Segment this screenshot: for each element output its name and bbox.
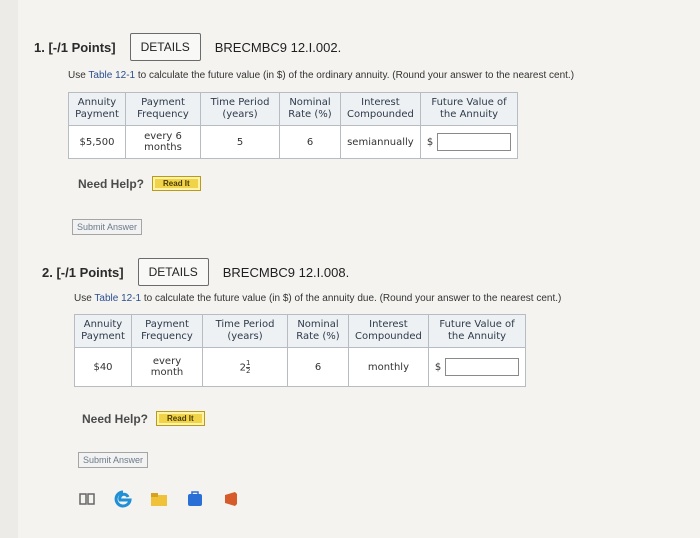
read-it-button[interactable]: Read It: [156, 411, 205, 426]
header-annuity-payment: Annuity Payment: [74, 314, 132, 348]
instruction-text: Use: [74, 293, 95, 304]
taskbar: [78, 490, 240, 508]
question-1-header: 1. [-/1 Points] DETAILS BRECMBC9 12.I.00…: [34, 33, 341, 61]
header-nominal-rate: Nominal Rate (%): [287, 314, 349, 348]
question-2-submit-button[interactable]: Submit Answer: [78, 452, 149, 468]
currency-symbol: $: [434, 362, 442, 373]
future-value-input[interactable]: [437, 133, 512, 151]
cell-compounded: monthly: [348, 347, 429, 387]
assignment-page: 1. [-/1 Points] DETAILS BRECMBC9 12.I.00…: [18, 0, 700, 538]
question-1-number: 1. [-/1 Points]: [34, 39, 116, 55]
question-2-table: Annuity Payment Payment Frequency Time P…: [74, 314, 527, 387]
store-icon[interactable]: [186, 490, 204, 508]
table-header-row: Annuity Payment Payment Frequency Time P…: [74, 314, 527, 348]
question-1-submit-button[interactable]: Submit Answer: [72, 219, 143, 235]
cell-compounded: semiannually: [340, 125, 421, 159]
cell-answer: $: [427, 347, 527, 387]
table-12-1-link[interactable]: Table 12-1: [88, 70, 135, 81]
question-2-code: BRECMBC9 12.I.008.: [222, 264, 350, 280]
header-nominal-rate: Nominal Rate (%): [279, 92, 341, 126]
instruction-text: to calculate the future value (in $) of …: [141, 293, 562, 304]
question-1-help: Need Help? Read It: [78, 176, 201, 191]
question-2-help: Need Help? Read It: [82, 411, 205, 426]
cell-frequency: every 6 months: [125, 125, 201, 159]
header-interest-compounded: Interest Compounded: [340, 92, 421, 126]
task-view-icon[interactable]: [78, 490, 96, 508]
table-row: $5,500 every 6 months 5 6 semiannually $: [68, 125, 519, 159]
need-help-label: Need Help?: [78, 176, 145, 191]
cell-payment: $40: [74, 347, 132, 387]
cell-frequency: every month: [131, 347, 203, 387]
header-future-value: Future Value of the Annuity: [427, 314, 527, 348]
question-2-details-button[interactable]: DETAILS: [137, 258, 209, 286]
question-1-code: BRECMBC9 12.I.002.: [214, 39, 342, 55]
read-it-button[interactable]: Read It: [152, 176, 201, 191]
instruction-text: Use: [68, 70, 89, 81]
fraction-denominator: 2: [245, 366, 251, 375]
header-payment-frequency: Payment Frequency: [131, 314, 203, 348]
cell-time: 5: [200, 125, 280, 159]
edge-browser-icon[interactable]: [114, 490, 132, 508]
cell-time: 212: [202, 347, 288, 387]
question-2-instruction: Use Table 12-1 to calculate the future v…: [74, 293, 561, 304]
table-header-row: Annuity Payment Payment Frequency Time P…: [68, 92, 519, 126]
currency-symbol: $: [426, 137, 434, 148]
table-12-1-link[interactable]: Table 12-1: [94, 293, 141, 304]
cell-payment: $5,500: [68, 125, 126, 159]
table-row: $40 every month 212 6 monthly $: [74, 347, 527, 387]
question-2-number: 2. [-/1 Points]: [42, 264, 124, 280]
header-time-period: Time Period (years): [200, 92, 280, 126]
header-interest-compounded: Interest Compounded: [348, 314, 429, 348]
question-1-table: Annuity Payment Payment Frequency Time P…: [68, 92, 519, 159]
question-1-details-button[interactable]: DETAILS: [129, 33, 201, 61]
file-explorer-icon[interactable]: [150, 490, 168, 508]
cell-rate: 6: [279, 125, 341, 159]
future-value-input[interactable]: [445, 358, 520, 376]
header-future-value: Future Value of the Annuity: [419, 92, 519, 126]
header-annuity-payment: Annuity Payment: [68, 92, 126, 126]
cell-rate: 6: [287, 347, 349, 387]
header-payment-frequency: Payment Frequency: [125, 92, 201, 126]
question-2-header: 2. [-/1 Points] DETAILS BRECMBC9 12.I.00…: [42, 258, 349, 286]
cell-answer: $: [419, 125, 519, 159]
need-help-label: Need Help?: [82, 411, 149, 426]
time-fraction: 12: [245, 359, 251, 375]
question-1-instruction: Use Table 12-1 to calculate the future v…: [68, 70, 574, 81]
instruction-text: to calculate the future value (in $) of …: [135, 70, 575, 81]
office-icon[interactable]: [222, 490, 240, 508]
header-time-period: Time Period (years): [202, 314, 288, 348]
